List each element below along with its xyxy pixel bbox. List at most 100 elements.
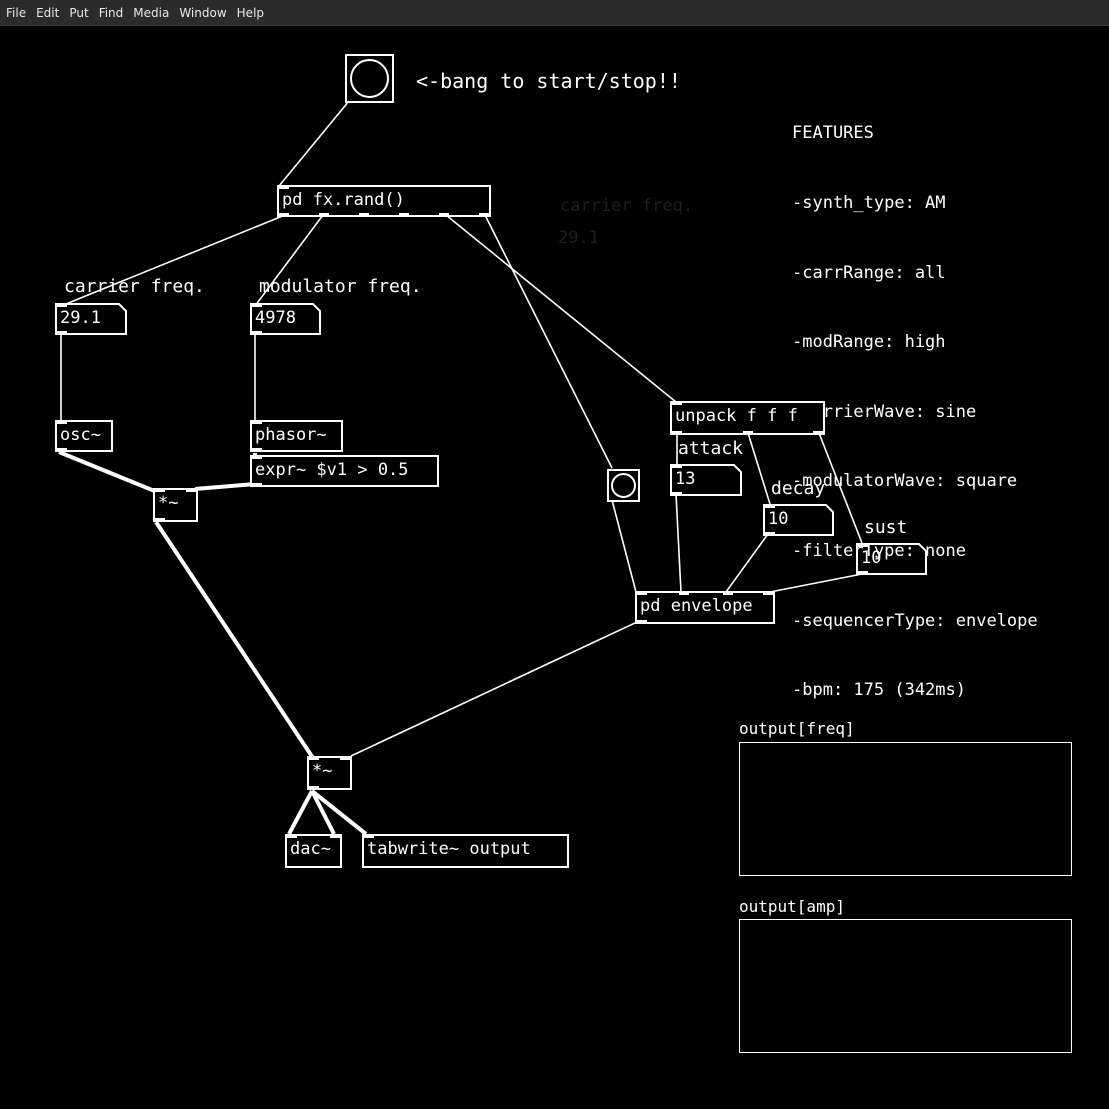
fx-rand-outlet-3[interactable] (359, 213, 369, 217)
unpack-outlet-1[interactable] (672, 431, 682, 435)
bang-circle (350, 59, 389, 98)
array-freq-graph[interactable] (739, 742, 1072, 876)
menu-edit[interactable]: Edit (36, 6, 59, 20)
multiply-object-2[interactable]: *~ (307, 756, 352, 790)
expr-object[interactable]: expr~ $v1 > 0.5 (250, 455, 439, 487)
envelope-inlet-2[interactable] (679, 591, 689, 595)
osc-inlet[interactable] (57, 420, 67, 424)
menu-put[interactable]: Put (69, 6, 88, 20)
carrier-freq-value: 29.1 (60, 308, 101, 328)
decay-label: decay (771, 478, 826, 499)
expr-inlet[interactable] (252, 455, 262, 459)
fx-rand-outlet-4[interactable] (399, 213, 409, 217)
carrier-inlet[interactable] (57, 303, 67, 307)
multiply-1-inlet-left[interactable] (155, 488, 165, 492)
sustain-outlet[interactable] (858, 571, 868, 575)
cord-osc-mul1 (58, 450, 158, 494)
carrier-freq-numberbox[interactable]: 29.1 (55, 303, 127, 335)
menu-media[interactable]: Media (133, 6, 169, 20)
carrier-outlet[interactable] (57, 331, 67, 335)
fx-rand-outlet-5[interactable] (439, 213, 449, 217)
multiply-2-outlet[interactable] (309, 786, 319, 790)
array-amp-graph[interactable] (739, 919, 1072, 1053)
osc-text: osc~ (60, 425, 101, 445)
tabwrite-inlet[interactable] (364, 834, 374, 838)
menu-file[interactable]: File (6, 6, 26, 20)
atom-corner (820, 504, 834, 536)
expr-text: expr~ $v1 > 0.5 (255, 460, 409, 480)
attack-outlet[interactable] (672, 492, 682, 496)
attack-value: 13 (675, 469, 696, 489)
feature-sequencer-type: -sequencerType: envelope (792, 610, 1038, 631)
phasor-outlet[interactable] (252, 448, 262, 452)
fx-rand-inlet[interactable] (279, 185, 289, 189)
decay-outlet[interactable] (765, 532, 775, 536)
multiply-2-inlet-left[interactable] (309, 756, 319, 760)
unpack-inlet[interactable] (672, 401, 682, 405)
cord-unpack-decay (747, 432, 771, 505)
multiply-2-inlet-right[interactable] (340, 756, 350, 760)
phasor-inlet[interactable] (252, 420, 262, 424)
multiply-1-text: *~ (158, 493, 179, 513)
decay-numberbox[interactable]: 10 (763, 504, 834, 536)
cord-mul2-tabwrite (310, 789, 368, 836)
osc-outlet[interactable] (57, 448, 67, 452)
atom-corner (728, 464, 742, 496)
atom-corner (307, 303, 321, 335)
bang-comment: <-bang to start/stop!! (416, 69, 681, 93)
phasor-text: phasor~ (255, 425, 327, 445)
attack-inlet[interactable] (672, 464, 682, 468)
tabwrite-text: tabwrite~ output (367, 839, 531, 859)
envelope-object[interactable]: pd envelope (635, 591, 775, 624)
feature-mod-range: -modRange: high (792, 332, 946, 353)
unpack-object[interactable]: unpack f f f (670, 401, 825, 435)
patch-canvas[interactable]: carrier freq. 29.1 <-bang to start/stop!… (0, 26, 1109, 1109)
envelope-inlet-1[interactable] (637, 591, 647, 595)
carrier-freq-label: carrier freq. (64, 276, 205, 297)
envelope-inlet-4[interactable] (763, 591, 773, 595)
dac-inlet-left[interactable] (287, 834, 297, 838)
osc-object[interactable]: osc~ (55, 420, 113, 452)
dac-inlet-right[interactable] (330, 834, 340, 838)
sustain-numberbox[interactable]: 10 (856, 543, 927, 575)
modulator-inlet[interactable] (252, 303, 262, 307)
multiply-1-outlet[interactable] (155, 518, 165, 522)
atom-corner (113, 303, 127, 335)
multiply-2-text: *~ (312, 761, 333, 781)
feature-synth-type: -synth_type: AM (792, 193, 946, 214)
sustain-inlet[interactable] (858, 543, 868, 547)
fx-rand-outlet-1[interactable] (279, 213, 289, 217)
tabwrite-object[interactable]: tabwrite~ output (362, 834, 569, 868)
menu-bar: File Edit Put Find Media Window Help (0, 0, 1109, 26)
unpack-outlet-3[interactable] (813, 431, 823, 435)
unpack-outlet-2[interactable] (743, 431, 753, 435)
fx-rand-outlet-6[interactable] (479, 213, 489, 217)
modulator-freq-numberbox[interactable]: 4978 (250, 303, 321, 335)
attack-numberbox[interactable]: 13 (670, 464, 742, 496)
cord-bang2-envelope (611, 499, 637, 593)
multiply-1-inlet-right[interactable] (186, 488, 196, 492)
decay-inlet[interactable] (765, 504, 775, 508)
feature-carr-range: -carrRange: all (792, 262, 946, 283)
expr-outlet[interactable] (252, 483, 262, 487)
modulator-outlet[interactable] (252, 331, 262, 335)
multiply-object-1[interactable]: *~ (153, 488, 198, 522)
menu-help[interactable]: Help (237, 6, 264, 20)
array-freq-title: output[freq] (739, 719, 855, 738)
cord-fxrand-unpack (445, 214, 677, 403)
features-title: FEATURES (792, 123, 874, 144)
fx-rand-object[interactable]: pd fx.rand() (277, 185, 491, 217)
menu-window[interactable]: Window (179, 6, 226, 20)
fx-rand-outlet-2[interactable] (319, 213, 329, 217)
menu-find[interactable]: Find (99, 6, 124, 20)
sustain-value: 10 (861, 548, 882, 568)
cord-decay-envelope (725, 533, 769, 593)
start-stop-bang[interactable] (345, 54, 394, 103)
envelope-bang[interactable] (607, 469, 640, 502)
envelope-outlet[interactable] (637, 620, 647, 624)
dac-object[interactable]: dac~ (285, 834, 342, 868)
phasor-object[interactable]: phasor~ (250, 420, 343, 452)
cord-attack-envelope (675, 493, 682, 593)
envelope-inlet-3[interactable] (723, 591, 733, 595)
dac-text: dac~ (290, 839, 331, 859)
